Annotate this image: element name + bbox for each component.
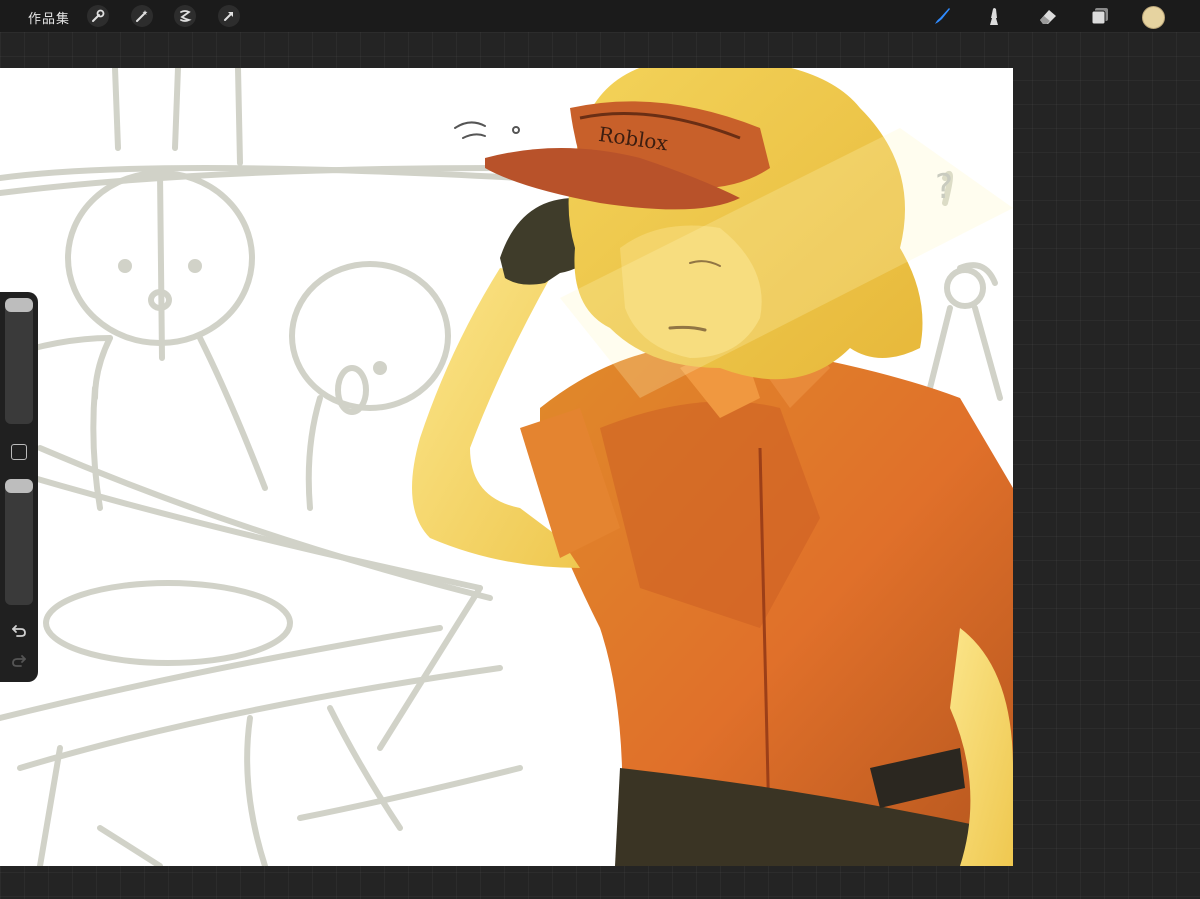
left-sidebar bbox=[0, 292, 38, 682]
opacity-slider-thumb[interactable] bbox=[5, 479, 33, 493]
brush-button[interactable] bbox=[930, 5, 954, 27]
question-mark-sketch: ? bbox=[935, 167, 953, 207]
wrench-icon bbox=[92, 9, 105, 22]
layers-button[interactable] bbox=[1088, 5, 1112, 27]
redo-button[interactable] bbox=[9, 652, 29, 670]
undo-button[interactable] bbox=[9, 622, 29, 640]
transform-button[interactable] bbox=[218, 5, 240, 27]
selection-icon bbox=[180, 10, 192, 22]
color-picker-button[interactable] bbox=[1142, 6, 1165, 29]
transform-arrow-icon bbox=[224, 12, 233, 21]
actions-wrench-button[interactable] bbox=[87, 5, 109, 27]
layers-icon bbox=[1091, 8, 1108, 25]
brush-icon bbox=[935, 8, 950, 24]
selection-button[interactable] bbox=[174, 5, 196, 27]
brush-size-slider[interactable] bbox=[5, 298, 33, 424]
eraser-button[interactable] bbox=[1036, 5, 1060, 27]
modify-square-icon[interactable] bbox=[11, 444, 27, 460]
undo-icon bbox=[12, 625, 26, 637]
smudge-icon bbox=[990, 8, 998, 25]
eraser-icon bbox=[1040, 10, 1056, 24]
magic-wand-icon bbox=[136, 10, 148, 22]
adjustments-button[interactable] bbox=[131, 5, 153, 27]
brush-size-slider-thumb[interactable] bbox=[5, 298, 33, 312]
smudge-button[interactable] bbox=[982, 5, 1006, 27]
artwork-illustration: Roblox ? bbox=[0, 68, 1013, 866]
top-toolbar: 作品集 bbox=[0, 0, 1200, 32]
gallery-button[interactable]: 作品集 bbox=[28, 8, 70, 27]
opacity-slider[interactable] bbox=[5, 479, 33, 605]
redo-icon bbox=[12, 655, 26, 667]
drawing-canvas[interactable]: Roblox ? bbox=[0, 68, 1013, 866]
